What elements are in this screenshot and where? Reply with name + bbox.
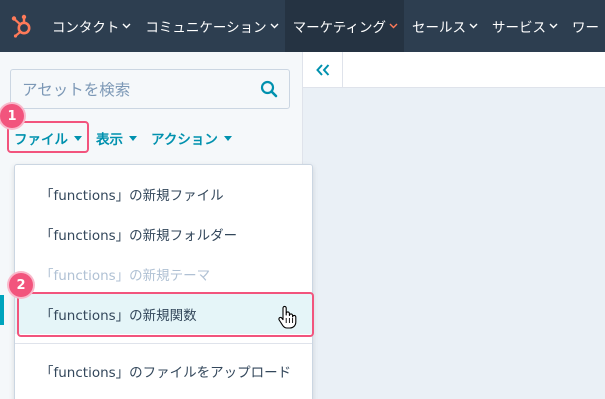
chevron-down-icon xyxy=(122,23,131,29)
menu-item-new-theme: 「functions」の新規テーマ xyxy=(40,268,211,284)
step-badge-2: 2 xyxy=(9,273,33,297)
actions-menu[interactable]: アクション xyxy=(151,128,232,148)
search-placeholder[interactable]: アセットを検索 xyxy=(11,78,249,100)
editor-toolbar xyxy=(303,52,605,88)
view-menu-label: 表示 xyxy=(96,132,123,148)
view-menu[interactable]: 表示 xyxy=(96,128,137,148)
chevron-down-icon xyxy=(389,23,398,29)
selected-item-accent xyxy=(0,295,4,325)
nav-item-communications[interactable]: コミュニケーション xyxy=(137,0,284,52)
nav-item-marketing[interactable]: マーケティング xyxy=(284,0,404,52)
nav-item-contacts[interactable]: コンタクト xyxy=(44,0,138,52)
search-input[interactable]: アセットを検索 xyxy=(10,69,290,109)
nav-item-label: ワー xyxy=(572,20,599,36)
nav-item-label: セールス xyxy=(412,20,466,36)
hubspot-logo-icon[interactable] xyxy=(0,0,44,52)
top-navigation: コンタクト コミュニケーション マーケティング セールス サービス ワー xyxy=(0,0,605,52)
file-menu-highlight xyxy=(7,121,89,153)
double-chevron-left-icon xyxy=(315,64,329,76)
menu-item-upload-files[interactable]: 「functions」のファイルをアップロード xyxy=(15,351,312,391)
chevron-down-icon xyxy=(270,23,279,29)
nav-item-label: コンタクト xyxy=(51,20,120,36)
nav-item-label: サービス xyxy=(492,20,546,36)
menu-divider xyxy=(15,343,312,344)
menu-item-new-file[interactable]: 「functions」の新規ファイル xyxy=(15,174,312,214)
caret-down-icon xyxy=(129,135,137,141)
nav-item-workflows[interactable]: ワー xyxy=(564,0,605,52)
nav-item-sales[interactable]: セールス xyxy=(404,0,484,52)
nav-item-label: コミュニケーション xyxy=(145,20,267,36)
caret-down-icon xyxy=(223,135,232,141)
nav-item-label: マーケティング xyxy=(292,20,386,36)
new-function-highlight xyxy=(17,292,314,337)
step-badge-1: 1 xyxy=(0,104,24,128)
nav-item-service[interactable]: サービス xyxy=(484,0,564,52)
search-icon[interactable] xyxy=(249,70,289,108)
collapse-sidebar-button[interactable] xyxy=(303,52,343,88)
actions-menu-label: アクション xyxy=(151,132,218,148)
editor-pane xyxy=(303,52,605,399)
chevron-down-icon xyxy=(469,23,478,29)
menu-item-new-folder[interactable]: 「functions」の新規フォルダー xyxy=(15,214,312,254)
chevron-down-icon xyxy=(549,23,558,29)
hand-pointer-icon xyxy=(277,305,297,333)
file-dropdown-menu: 「functions」の新規ファイル 「functions」の新規フォルダー 「… xyxy=(14,164,313,399)
